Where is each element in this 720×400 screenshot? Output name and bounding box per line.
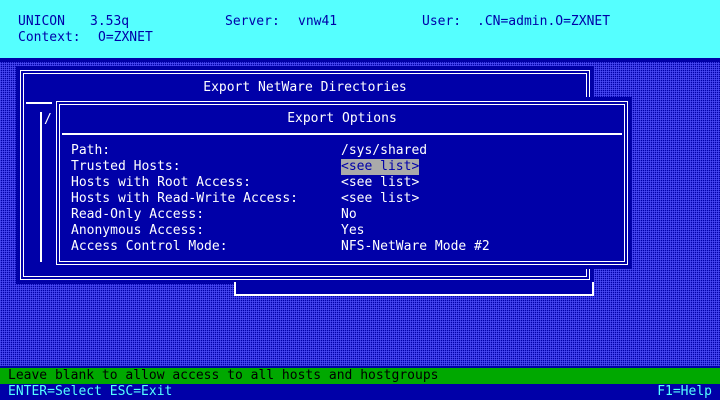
path-value[interactable]: /sys/shared — [341, 143, 427, 159]
read-only-access-label: Read-Only Access: — [71, 207, 205, 222]
field-read-write-access[interactable]: Hosts with Read-Write Access: <see list> — [54, 191, 614, 207]
status-message-bar: Leave blank to allow access to all hosts… — [0, 368, 720, 384]
dialog-title: Export Options — [287, 111, 397, 126]
context-label: Context: — [18, 30, 81, 45]
context-value: O=ZXNET — [98, 30, 153, 45]
key-help-left: ENTER=Select ESC=Exit — [8, 384, 173, 399]
app-version: 3.53q — [90, 14, 130, 29]
field-trusted-hosts[interactable]: Trusted Hosts: <see list> — [54, 159, 614, 175]
directory-list-marker: / — [44, 112, 52, 127]
help-key[interactable]: F1=Help — [657, 384, 712, 400]
field-root-access[interactable]: Hosts with Root Access: <see list> — [54, 175, 614, 191]
trusted-hosts-label: Trusted Hosts: — [71, 159, 181, 174]
app-name: UNICON — [18, 14, 65, 29]
user-label: User: — [422, 14, 462, 29]
list-box-bottom-frame — [234, 282, 594, 296]
read-only-access-value[interactable]: No — [341, 207, 357, 223]
export-options-dialog: Export Options Path: /sys/shared Trusted… — [54, 99, 630, 267]
access-control-mode-value[interactable]: NFS-NetWare Mode #2 — [341, 239, 490, 255]
user-value: .CN=admin.O=ZXNET — [477, 14, 611, 29]
field-anonymous-access[interactable]: Anonymous Access: Yes — [54, 223, 614, 239]
list-box-bottom — [234, 282, 596, 298]
anonymous-access-label: Anonymous Access: — [71, 223, 205, 238]
server-value: vnw41 — [298, 14, 338, 29]
server-label: Server: — [225, 14, 280, 29]
path-label: Path: — [71, 143, 111, 158]
read-write-access-value[interactable]: <see list> — [341, 191, 419, 207]
directory-list-left-border — [40, 112, 42, 262]
field-path[interactable]: Path: /sys/shared — [54, 143, 614, 159]
root-access-value[interactable]: <see list> — [341, 175, 419, 191]
key-help-bar: ENTER=Select ESC=Exit F1=Help — [0, 384, 720, 400]
outer-window-title: Export NetWare Directories — [203, 80, 407, 95]
header-bar: UNICON 3.53q Server: vnw41 User: .CN=adm… — [0, 0, 720, 58]
dialog-title-divider — [62, 133, 622, 135]
field-access-control-mode[interactable]: Access Control Mode: NFS-NetWare Mode #2 — [54, 239, 614, 255]
anonymous-access-value[interactable]: Yes — [341, 223, 364, 239]
access-control-mode-label: Access Control Mode: — [71, 239, 228, 254]
read-write-access-label: Hosts with Read-Write Access: — [71, 191, 298, 206]
trusted-hosts-value[interactable]: <see list> — [341, 159, 420, 175]
status-message: Leave blank to allow access to all hosts… — [8, 368, 439, 383]
field-read-only-access[interactable]: Read-Only Access: No — [54, 207, 614, 223]
root-access-label: Hosts with Root Access: — [71, 175, 252, 190]
